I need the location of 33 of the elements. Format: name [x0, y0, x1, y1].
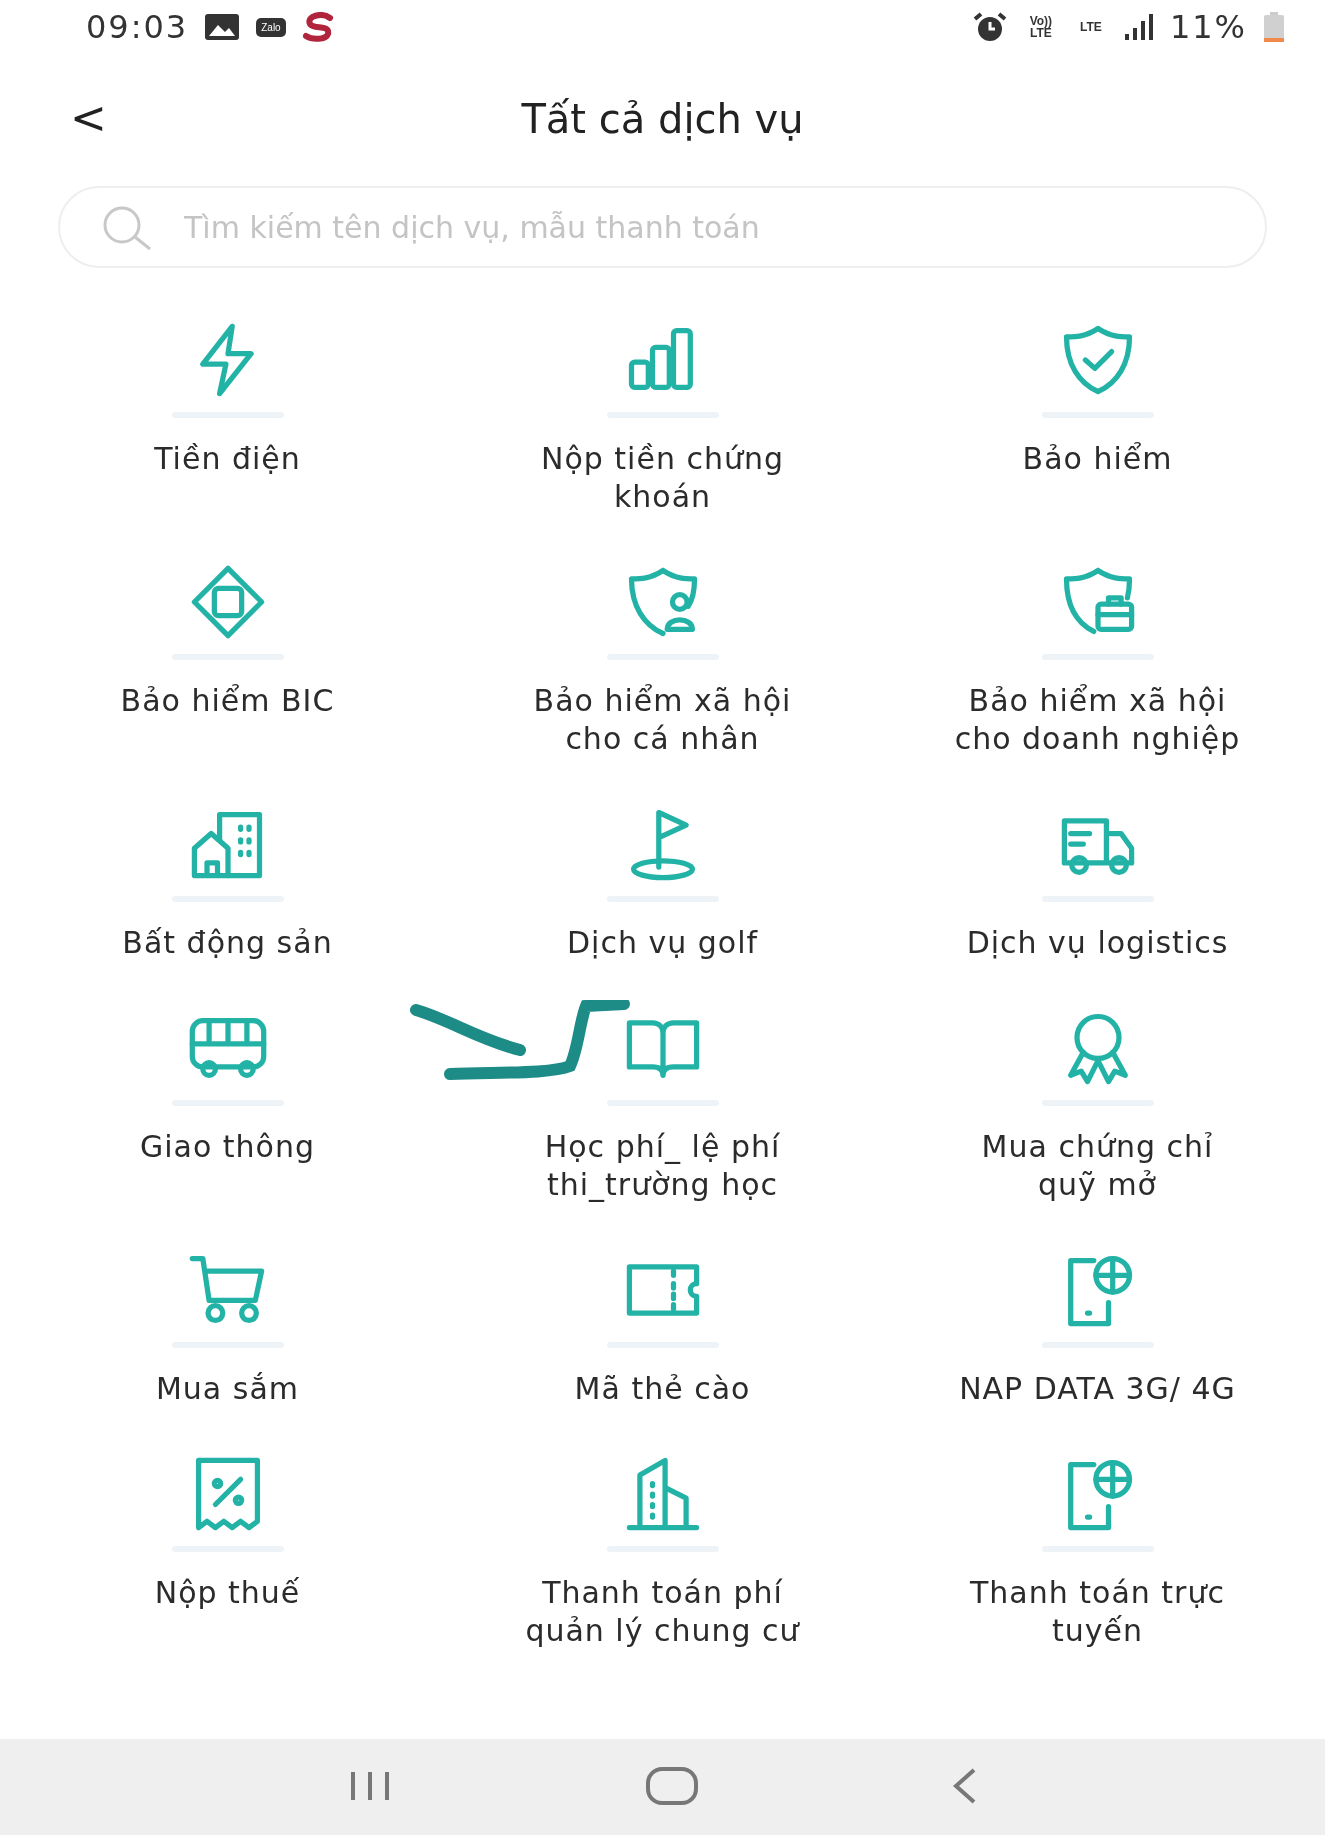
gallery-icon — [204, 13, 241, 41]
service-item[interactable]: Bất động sản — [10, 802, 445, 962]
zalo-app-icon: Zalo — [256, 17, 286, 37]
service-item[interactable]: Bảo hiểm — [880, 318, 1315, 516]
service-item[interactable]: Mã thẻ cào — [445, 1248, 880, 1408]
battery-percent: 11% — [1169, 8, 1247, 46]
home-icon — [645, 1765, 700, 1806]
service-item[interactable]: Mua sắm — [10, 1248, 445, 1408]
service-item[interactable]: Tiền điện — [10, 318, 445, 516]
battery-icon — [1263, 12, 1285, 42]
service-item[interactable]: Nộp tiền chứng khoán — [445, 318, 880, 516]
service-item[interactable]: Bảo hiểm xã hội cho doanh nghiệp — [880, 560, 1315, 758]
network-indicator: LTE — [1079, 21, 1103, 33]
search-bar[interactable]: Tìm kiếm tên dịch vụ, mẫu thanh toán — [58, 186, 1267, 268]
service-item[interactable]: Thanh toán trực tuyến — [880, 1452, 1315, 1650]
service-item[interactable]: Giao thông — [10, 1006, 445, 1204]
signal-icon — [1123, 14, 1154, 40]
back-button[interactable]: < — [60, 92, 117, 143]
swirl-app-icon — [301, 12, 336, 42]
service-item[interactable]: Mua chứng chỉ quỹ mở — [880, 1006, 1315, 1204]
status-time: 09:03 — [86, 8, 189, 46]
service-item[interactable]: Học phí_ lệ phí thi_trường học — [445, 1006, 880, 1204]
network-indicator: Vo)) LTE — [1028, 15, 1054, 39]
service-item[interactable]: Dịch vụ golf — [445, 802, 880, 962]
service-item[interactable]: NAP DATA 3G/ 4G — [880, 1248, 1315, 1408]
service-item[interactable]: Bảo hiểm xã hội cho cá nhân — [445, 560, 880, 758]
search-input[interactable]: Tìm kiếm tên dịch vụ, mẫu thanh toán — [182, 208, 1225, 246]
service-item[interactable]: Bảo hiểm BIC — [10, 560, 445, 758]
service-item[interactable]: Dịch vụ logistics — [880, 802, 1315, 962]
service-item[interactable]: Thanh toán phí quản lý chung cư — [445, 1452, 880, 1650]
alarm-icon — [971, 11, 1008, 43]
page-title: Tất cả dịch vụ — [521, 96, 804, 142]
service-item[interactable]: Nộp thuế — [10, 1452, 445, 1650]
